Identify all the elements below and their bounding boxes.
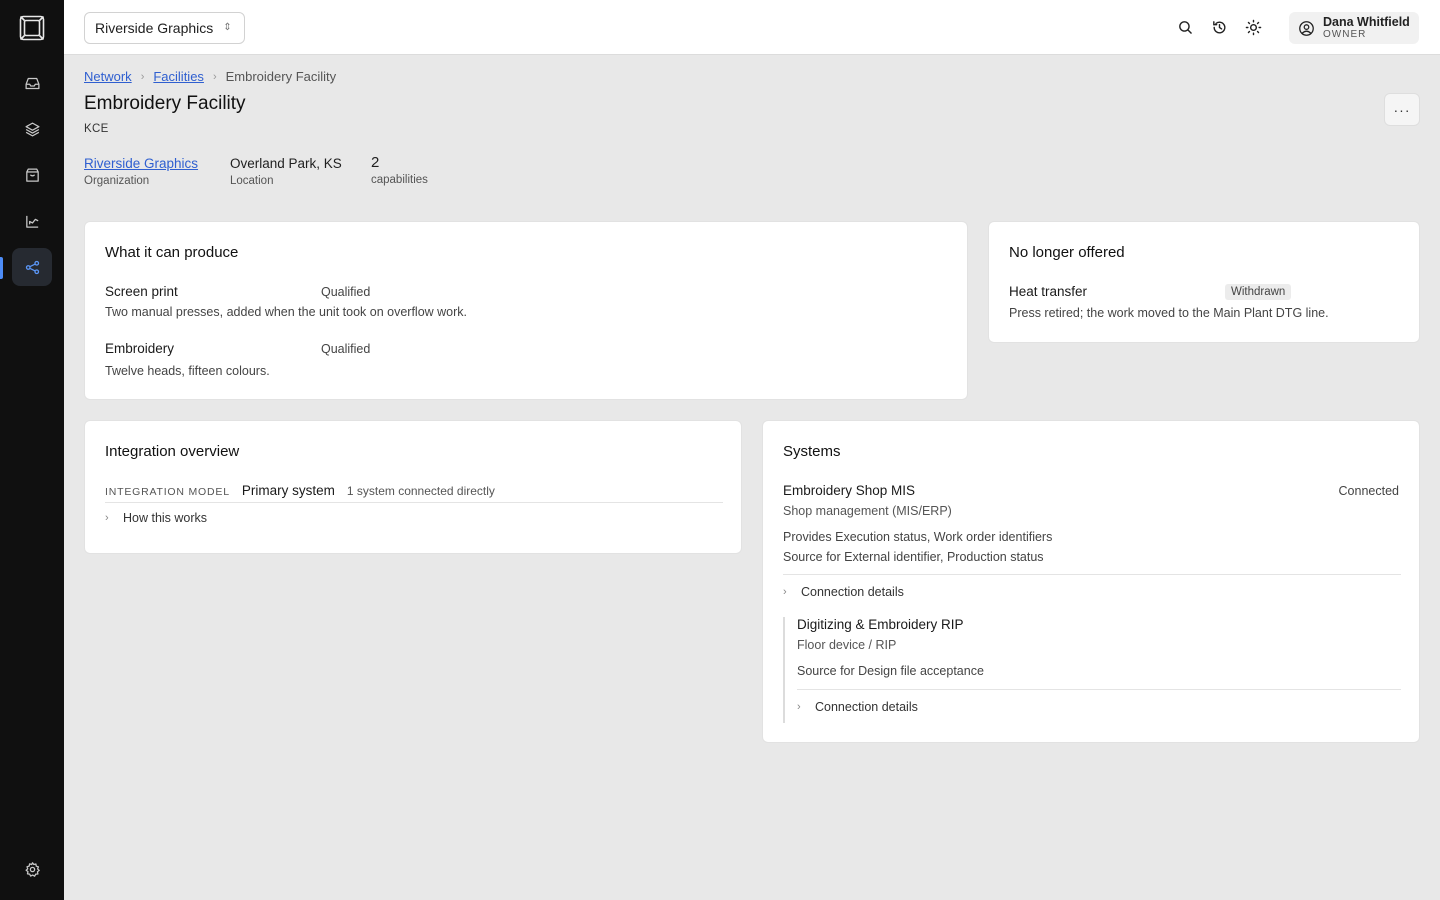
meta-organization: Riverside Graphics Organization xyxy=(84,156,198,187)
capabilities-count: 2 xyxy=(371,154,380,171)
breadcrumb-current: Embroidery Facility xyxy=(225,69,337,84)
produce-card: What it can produce Screen print Qualifi… xyxy=(84,221,968,400)
integration-model-note: 1 system connected directly xyxy=(346,484,495,498)
theme-toggle-button[interactable] xyxy=(1243,17,1263,37)
inbox-icon xyxy=(24,77,40,89)
organization-link[interactable]: Riverside Graphics xyxy=(84,156,198,171)
how-this-works-toggle[interactable]: › How this works xyxy=(105,511,207,525)
facility-code: KCE xyxy=(84,123,109,135)
organization-label: Organization xyxy=(84,175,150,187)
capability-name: Embroidery xyxy=(105,341,175,356)
meta-location: Overland Park, KS Location xyxy=(230,156,342,187)
systems-card: Systems Embroidery Shop MIS Connected Sh… xyxy=(762,420,1420,743)
connection-details-label: Connection details xyxy=(801,585,904,599)
user-menu[interactable]: Dana Whitfield OWNER xyxy=(1289,12,1419,44)
user-role: OWNER xyxy=(1323,29,1367,40)
org-selector[interactable]: Riverside Graphics ⇕ xyxy=(84,12,245,44)
nav-analytics[interactable] xyxy=(12,202,52,240)
gear-icon xyxy=(24,861,40,877)
withdrawn-item: Heat transfer Withdrawn Press retired; t… xyxy=(1009,284,1329,320)
location-label: Location xyxy=(230,175,274,187)
connection-details-toggle[interactable]: › Connection details xyxy=(783,585,904,599)
capability-status: Qualified xyxy=(321,342,371,356)
capability-item: Embroidery Qualified Twelve heads, fifte… xyxy=(105,341,370,378)
system-source: Source for External identifier, Producti… xyxy=(783,550,1044,564)
layers-icon xyxy=(24,121,40,137)
system-type: Shop management (MIS/ERP) xyxy=(783,504,952,518)
integration-card: Integration overview INTEGRATION MODEL P… xyxy=(84,420,742,554)
sun-icon xyxy=(1245,19,1261,35)
history-icon xyxy=(1212,20,1226,33)
system-name: Digitizing & Embroidery RIP xyxy=(797,617,964,632)
system-type: Floor device / RIP xyxy=(797,638,897,652)
breadcrumb-facilities[interactable]: Facilities xyxy=(153,69,204,84)
nav-settings[interactable] xyxy=(12,850,52,888)
subsystem-rule xyxy=(783,617,785,723)
no-longer-card-title: No longer offered xyxy=(1009,244,1125,261)
org-selector-label: Riverside Graphics xyxy=(95,20,214,36)
location-value: Overland Park, KS xyxy=(230,156,342,171)
chevron-right-icon: › xyxy=(212,70,217,83)
integration-model-value: Primary system xyxy=(241,483,335,498)
nav-orders[interactable] xyxy=(12,156,52,194)
chart-icon xyxy=(25,215,38,228)
chevron-right-icon: › xyxy=(783,586,787,598)
search-button[interactable] xyxy=(1175,17,1195,37)
capability-status: Qualified xyxy=(321,285,371,299)
produce-card-title: What it can produce xyxy=(105,244,239,261)
app-logo-icon[interactable] xyxy=(19,15,45,41)
capabilities-label: capabilities xyxy=(371,174,428,186)
page-title: Embroidery Facility xyxy=(84,93,246,114)
capability-desc: Twelve heads, fifteen colours. xyxy=(105,364,270,378)
system-status: Connected xyxy=(1338,484,1399,498)
integration-model-row: INTEGRATION MODEL Primary system 1 syste… xyxy=(105,483,723,503)
ellipsis-icon: ··· xyxy=(1393,101,1411,118)
share-nodes-icon xyxy=(25,260,39,274)
breadcrumb: Network › Facilities › Embroidery Facili… xyxy=(84,69,336,84)
divider xyxy=(797,689,1401,690)
divider xyxy=(783,574,1401,575)
connection-details-toggle[interactable]: › Connection details xyxy=(797,700,918,714)
status-badge: Withdrawn xyxy=(1225,284,1292,300)
meta-capabilities: 2 capabilities xyxy=(371,154,428,186)
system-source: Source for Design file acceptance xyxy=(797,664,984,678)
history-button[interactable] xyxy=(1209,17,1229,37)
integration-card-title: Integration overview xyxy=(105,443,240,460)
nav-inbox[interactable] xyxy=(12,64,52,102)
top-header: Riverside Graphics ⇕ Dana Whitfield OWNE… xyxy=(64,0,1440,55)
nav-network[interactable] xyxy=(12,248,52,286)
how-this-works-label: How this works xyxy=(123,511,208,525)
breadcrumb-network[interactable]: Network xyxy=(84,69,132,84)
capability-desc: Two manual presses, added when the unit … xyxy=(105,305,468,319)
no-longer-card: No longer offered Heat transfer Withdraw… xyxy=(988,221,1420,343)
withdrawn-desc: Press retired; the work moved to the Mai… xyxy=(1009,306,1329,320)
chevron-right-icon: › xyxy=(140,70,145,83)
system-provides: Provides Execution status, Work order id… xyxy=(783,530,1053,544)
connection-details-label: Connection details xyxy=(815,700,918,714)
nav-active-indicator xyxy=(0,257,3,279)
sidebar xyxy=(0,0,64,900)
user-name: Dana Whitfield xyxy=(1323,15,1410,29)
system-name: Embroidery Shop MIS xyxy=(783,483,916,498)
user-info: Dana Whitfield OWNER xyxy=(1323,15,1410,41)
chevron-right-icon: › xyxy=(105,512,109,524)
more-actions-button[interactable]: ··· xyxy=(1384,93,1420,126)
package-icon xyxy=(25,167,39,182)
chevron-updown-icon: ⇕ xyxy=(223,22,232,33)
search-icon xyxy=(1178,20,1192,34)
integration-model-label: INTEGRATION MODEL xyxy=(105,486,230,498)
user-circle-icon xyxy=(1299,20,1314,36)
systems-card-title: Systems xyxy=(783,443,841,460)
chevron-right-icon: › xyxy=(797,701,801,713)
capability-name: Screen print xyxy=(105,284,178,299)
capability-item: Screen print Qualified Two manual presse… xyxy=(105,284,467,319)
nav-layers[interactable] xyxy=(12,110,52,148)
